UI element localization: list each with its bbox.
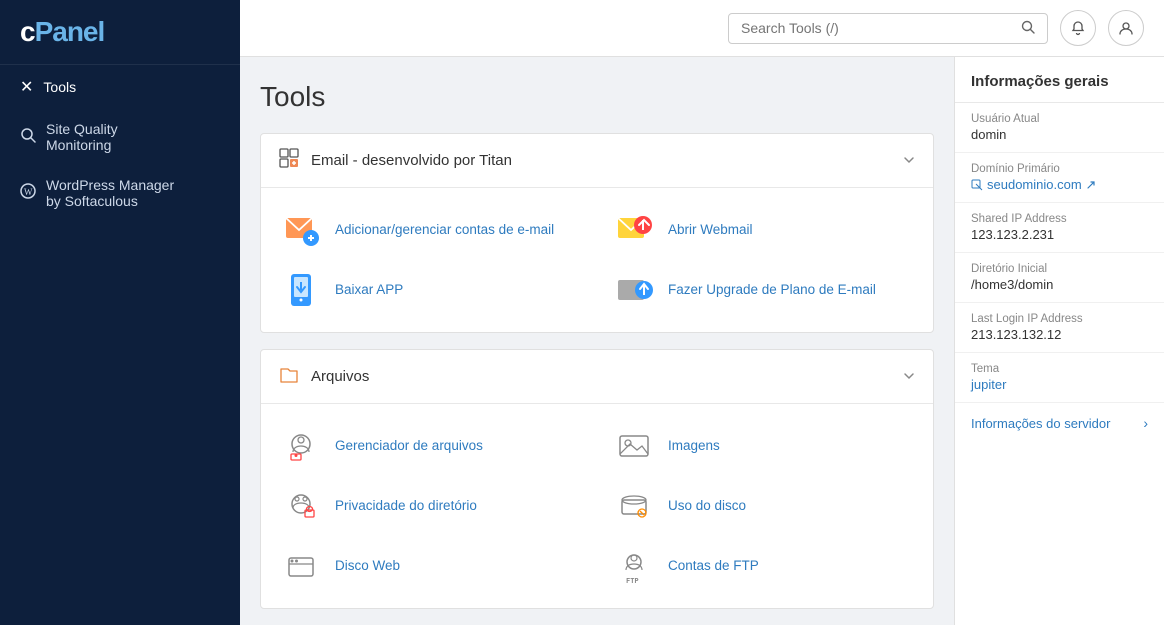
file-manager-label: Gerenciador de arquivos — [335, 437, 483, 456]
tool-add-email[interactable]: Adicionar/gerenciar contas de e-mail — [279, 208, 582, 252]
dir-privacy-label: Privacidade do diretório — [335, 497, 477, 516]
info-value-tema: jupiter — [971, 377, 1148, 392]
email-section-content: Adicionar/gerenciar contas de e-mail — [261, 188, 933, 332]
info-value-shared-ip: 123.123.2.231 — [971, 227, 1148, 242]
info-row-shared-ip: Shared IP Address 123.123.2.231 — [955, 203, 1164, 253]
info-value-last-login: 213.123.132.12 — [971, 327, 1148, 342]
info-label-dominio: Domínio Primário — [971, 163, 1148, 175]
file-manager-icon — [279, 424, 323, 468]
ftp-accounts-icon: FTP — [612, 544, 656, 588]
tool-disk-usage[interactable]: Uso do disco — [612, 484, 915, 528]
info-label-usuario: Usuário Atual — [971, 113, 1148, 125]
webmail-icon — [612, 208, 656, 252]
info-row-diretorio: Diretório Inicial /home3/domin — [955, 253, 1164, 303]
tool-upgrade-email[interactable]: Fazer Upgrade de Plano de E-mail — [612, 268, 915, 312]
images-icon — [612, 424, 656, 468]
arquivos-chevron-icon — [903, 369, 915, 385]
sidebar-item-tools[interactable]: ✕ Tools — [0, 65, 240, 109]
email-section-header[interactable]: Email - desenvolvido por Titan — [261, 134, 933, 188]
email-section: Email - desenvolvido por Titan — [260, 133, 934, 333]
tool-file-manager[interactable]: Gerenciador de arquivos — [279, 424, 582, 468]
info-value-usuario: domin — [971, 127, 1148, 142]
ftp-accounts-label: Contas de FTP — [668, 557, 759, 576]
tools-main: Tools — [240, 57, 954, 625]
arquivos-tools-grid: Gerenciador de arquivos Imagens — [279, 424, 915, 588]
info-row-tema: Tema jupiter — [955, 353, 1164, 403]
dir-privacy-icon — [279, 484, 323, 528]
info-row-last-login: Last Login IP Address 213.123.132.12 — [955, 303, 1164, 353]
site-quality-icon — [20, 127, 36, 148]
cpanel-logo[interactable]: cPanel — [20, 16, 220, 48]
wordpress-icon: W — [20, 183, 36, 204]
web-disk-icon — [279, 544, 323, 588]
tool-baixar-app[interactable]: Baixar APP — [279, 268, 582, 312]
content-area: Tools — [240, 57, 1164, 625]
add-email-icon — [279, 208, 323, 252]
add-email-label: Adicionar/gerenciar contas de e-mail — [335, 221, 554, 240]
main-content: Tools — [240, 0, 1164, 625]
sidebar-item-label: Tools — [43, 79, 76, 95]
email-chevron-icon — [903, 153, 915, 169]
search-icon[interactable] — [1021, 20, 1035, 37]
arquivos-section-icon — [279, 364, 299, 389]
disk-usage-icon — [612, 484, 656, 528]
user-button[interactable] — [1108, 10, 1144, 46]
info-label-shared-ip: Shared IP Address — [971, 213, 1148, 225]
info-value-dominio[interactable]: seudominio.com — [971, 177, 1148, 192]
svg-text:W: W — [24, 187, 33, 197]
disk-usage-label: Uso do disco — [668, 497, 746, 516]
search-input[interactable] — [741, 20, 1021, 36]
info-label-tema: Tema — [971, 363, 1148, 375]
sidebar-item-wordpress[interactable]: W WordPress Managerby Softaculous — [0, 165, 240, 221]
email-section-icon — [279, 148, 299, 173]
tool-ftp-accounts[interactable]: FTP Contas de FTP — [612, 544, 915, 588]
sidebar-item-label: WordPress Managerby Softaculous — [46, 177, 174, 209]
email-section-title: Email - desenvolvido por Titan — [311, 152, 512, 169]
upgrade-email-icon — [612, 268, 656, 312]
web-disk-label: Disco Web — [335, 557, 400, 576]
info-value-diretorio: /home3/domin — [971, 277, 1148, 292]
arquivos-section-header[interactable]: Arquivos — [261, 350, 933, 404]
sidebar: cPanel ✕ Tools Site QualityMonitoring W … — [0, 0, 240, 625]
info-row-usuario: Usuário Atual domin — [955, 103, 1164, 153]
svg-text:FTP: FTP — [626, 577, 639, 585]
tool-web-disk[interactable]: Disco Web — [279, 544, 582, 588]
arquivos-section-title: Arquivos — [311, 368, 369, 385]
info-label-diretorio: Diretório Inicial — [971, 263, 1148, 275]
email-tools-grid: Adicionar/gerenciar contas de e-mail — [279, 208, 915, 312]
header — [240, 0, 1164, 57]
upgrade-email-label: Fazer Upgrade de Plano de E-mail — [668, 281, 876, 300]
baixar-app-icon — [279, 268, 323, 312]
page-title: Tools — [260, 81, 934, 113]
info-sidebar: Informações gerais Usuário Atual domin D… — [954, 57, 1164, 625]
tool-open-webmail[interactable]: Abrir Webmail — [612, 208, 915, 252]
info-footer-link: Informações do servidor — [971, 416, 1110, 431]
info-footer[interactable]: Informações do servidor › — [955, 403, 1164, 443]
info-row-dominio: Domínio Primário seudominio.com — [955, 153, 1164, 203]
tools-icon: ✕ — [20, 77, 33, 97]
search-box[interactable] — [728, 13, 1048, 44]
info-sidebar-title: Informações gerais — [955, 57, 1164, 103]
arquivos-section-content: Gerenciador de arquivos Imagens — [261, 404, 933, 608]
sidebar-item-label: Site QualityMonitoring — [46, 121, 118, 153]
webmail-label: Abrir Webmail — [668, 221, 753, 240]
logo-area: cPanel — [0, 0, 240, 65]
tool-dir-privacy[interactable]: Privacidade do diretório — [279, 484, 582, 528]
arquivos-section: Arquivos — [260, 349, 934, 609]
bell-button[interactable] — [1060, 10, 1096, 46]
info-label-last-login: Last Login IP Address — [971, 313, 1148, 325]
tool-images[interactable]: Imagens — [612, 424, 915, 468]
info-footer-arrow-icon: › — [1143, 415, 1148, 431]
baixar-app-label: Baixar APP — [335, 281, 403, 300]
images-label: Imagens — [668, 437, 720, 456]
sidebar-item-site-quality[interactable]: Site QualityMonitoring — [0, 109, 240, 165]
